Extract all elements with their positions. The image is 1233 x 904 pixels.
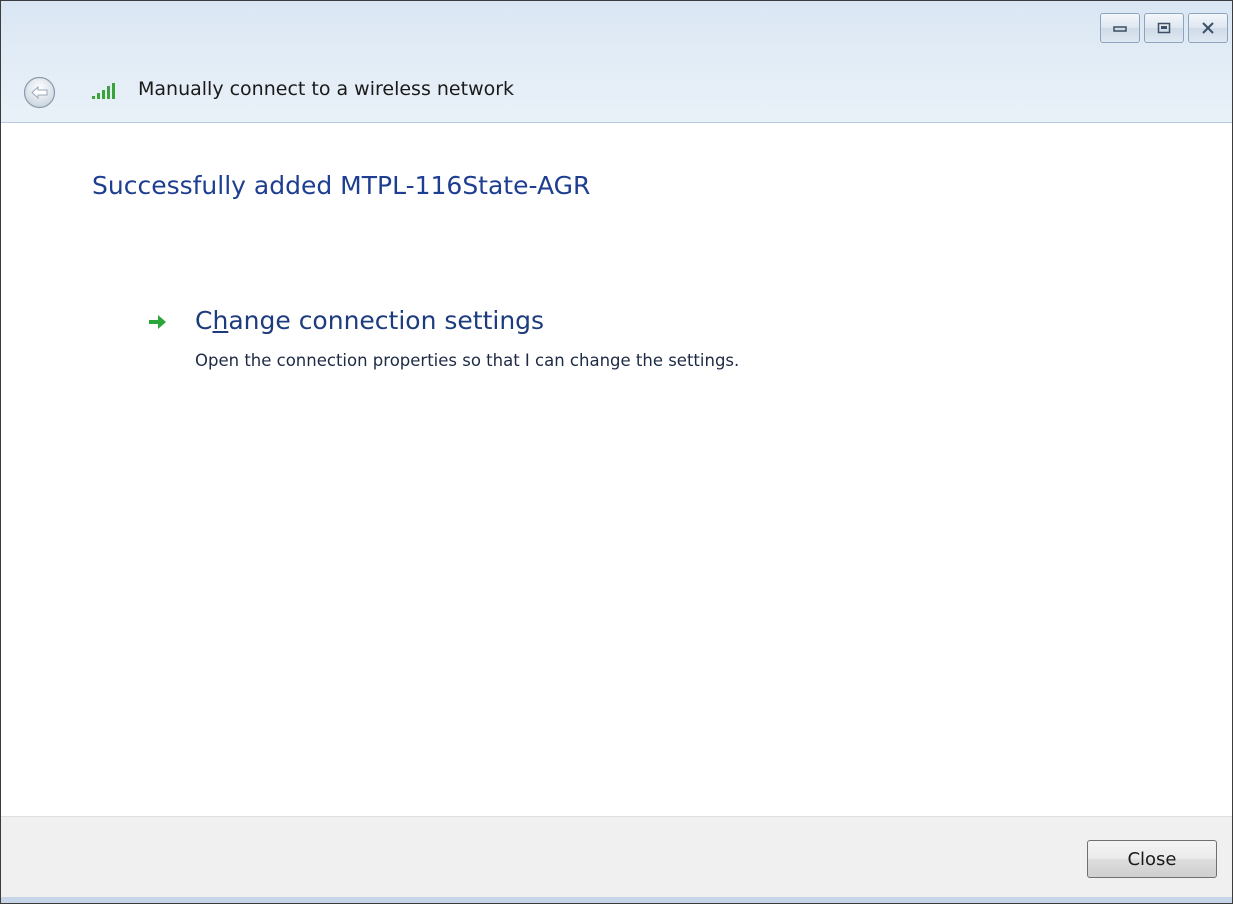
back-button[interactable] [23, 76, 56, 109]
command-link-title: Change connection settings [195, 306, 545, 335]
close-window-button[interactable] [1188, 13, 1228, 43]
caption-buttons [1100, 13, 1228, 43]
close-icon [1202, 22, 1214, 34]
back-arrow-icon [23, 76, 56, 109]
green-arrow-icon [149, 315, 166, 329]
close-button[interactable]: Close [1087, 840, 1217, 878]
minimize-icon [1113, 26, 1127, 32]
window-title: Manually connect to a wireless network [138, 78, 515, 100]
title-bar: Manually connect to a wireless network [1, 1, 1232, 123]
success-heading: Successfully added MTPL-116State-AGR [92, 171, 591, 200]
wireless-signal-icon [92, 83, 115, 99]
command-link-description: Open the connection properties so that I… [195, 351, 740, 370]
maximize-button[interactable] [1144, 13, 1184, 43]
restore-icon [1157, 22, 1171, 34]
bottom-border [1, 897, 1232, 903]
minimize-button[interactable] [1100, 13, 1140, 43]
change-connection-settings-link[interactable]: Change connection settings Open the conn… [145, 303, 905, 383]
footer-bar: Close [1, 816, 1232, 903]
dialog-window: Manually connect to a wireless network S… [0, 0, 1233, 904]
